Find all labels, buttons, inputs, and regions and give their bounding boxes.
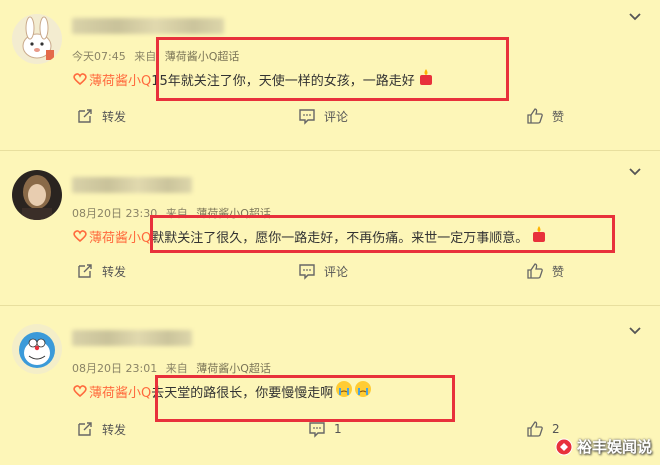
username-redacted[interactable] bbox=[72, 330, 192, 346]
heart-badge-icon bbox=[73, 385, 87, 397]
fan-badge[interactable]: 薄荷酱小Q bbox=[72, 382, 151, 401]
heart-badge-icon bbox=[73, 73, 87, 85]
comment-feed: 今天07:45 来自 薄荷酱小Q超话 薄荷酱小Q 15年就关注了你，天使一样的女… bbox=[0, 0, 660, 465]
username-redacted[interactable] bbox=[72, 18, 224, 34]
heart-badge-icon bbox=[73, 230, 87, 242]
like-label: 赞 bbox=[552, 264, 565, 279]
watermark: 裕丰娱闻说 bbox=[555, 436, 652, 457]
highlight-box bbox=[150, 215, 615, 253]
comment-item: 今天07:45 来自 薄荷酱小Q超话 薄荷酱小Q 15年就关注了你，天使一样的女… bbox=[0, 0, 660, 145]
fan-badge-label: 薄荷酱小Q bbox=[89, 385, 152, 401]
share-icon bbox=[78, 264, 92, 278]
thumbs-up-icon bbox=[527, 421, 543, 437]
comment-button[interactable]: 评论 bbox=[298, 262, 348, 280]
thumbs-up-icon bbox=[527, 263, 543, 279]
like-count: 2 bbox=[552, 422, 560, 436]
repost-button[interactable]: 转发 bbox=[76, 107, 126, 125]
repost-button[interactable]: 转发 bbox=[76, 262, 126, 280]
comment-bubble-icon bbox=[299, 109, 315, 125]
like-button[interactable]: 赞 bbox=[526, 107, 564, 125]
avatar[interactable] bbox=[12, 170, 62, 220]
highlight-box bbox=[155, 375, 455, 422]
chevron-down-icon[interactable] bbox=[628, 326, 642, 336]
comment-actions: 转发 1 2 bbox=[72, 420, 592, 440]
watermark-text: 裕丰娱闻说 bbox=[576, 438, 652, 456]
thumbs-up-icon bbox=[527, 108, 543, 124]
repost-label: 转发 bbox=[102, 422, 127, 437]
divider bbox=[0, 305, 660, 306]
fan-badge[interactable]: 薄荷酱小Q bbox=[72, 227, 151, 246]
like-button[interactable]: 赞 bbox=[526, 262, 564, 280]
chevron-down-icon[interactable] bbox=[628, 167, 642, 177]
username-redacted[interactable] bbox=[72, 177, 192, 193]
from-label: 来自 bbox=[165, 362, 188, 375]
timestamp: 08月20日 23:01 bbox=[72, 362, 158, 375]
comment-button[interactable]: 评论 bbox=[298, 107, 348, 125]
from-label: 来自 bbox=[134, 50, 157, 63]
like-label: 赞 bbox=[552, 109, 565, 124]
repost-label: 转发 bbox=[102, 109, 127, 124]
rabbit-avatar-icon bbox=[12, 14, 62, 64]
avatar[interactable] bbox=[12, 324, 62, 374]
source-topic-link[interactable]: 薄荷酱小Q超话 bbox=[196, 362, 271, 375]
fan-badge-label: 薄荷酱小Q bbox=[89, 73, 152, 89]
repost-label: 转发 bbox=[102, 264, 127, 279]
comment-label: 评论 bbox=[324, 264, 349, 279]
chevron-down-icon[interactable] bbox=[628, 12, 642, 22]
comment-bubble-icon bbox=[299, 264, 315, 280]
comment-count: 1 bbox=[334, 422, 342, 436]
fan-badge[interactable]: 薄荷酱小Q bbox=[72, 70, 151, 89]
share-icon bbox=[78, 109, 92, 123]
repost-button[interactable]: 转发 bbox=[76, 420, 126, 438]
comment-button[interactable]: 1 bbox=[308, 420, 342, 438]
comment-item: 08月20日 23:30 来自 薄荷酱小Q超话 薄荷酱小Q 默默关注了很久，愿你… bbox=[0, 155, 660, 298]
watermark-logo-icon bbox=[555, 438, 573, 455]
doraemon-avatar-icon bbox=[12, 324, 62, 374]
timestamp: 08月20日 23:30 bbox=[72, 207, 158, 220]
fan-badge-label: 薄荷酱小Q bbox=[89, 230, 152, 246]
share-icon bbox=[78, 422, 92, 436]
portrait-avatar-icon bbox=[12, 170, 62, 220]
avatar[interactable] bbox=[12, 14, 62, 64]
divider bbox=[0, 150, 660, 151]
comment-bubble-icon bbox=[309, 422, 325, 438]
timestamp: 今天07:45 bbox=[72, 50, 126, 63]
comment-actions: 转发 评论 赞 bbox=[72, 262, 592, 282]
highlight-box bbox=[156, 37, 509, 101]
comment-label: 评论 bbox=[324, 109, 349, 124]
comment-meta: 08月20日 23:01 来自 薄荷酱小Q超话 bbox=[72, 360, 276, 376]
comment-actions: 转发 评论 赞 bbox=[72, 107, 592, 127]
